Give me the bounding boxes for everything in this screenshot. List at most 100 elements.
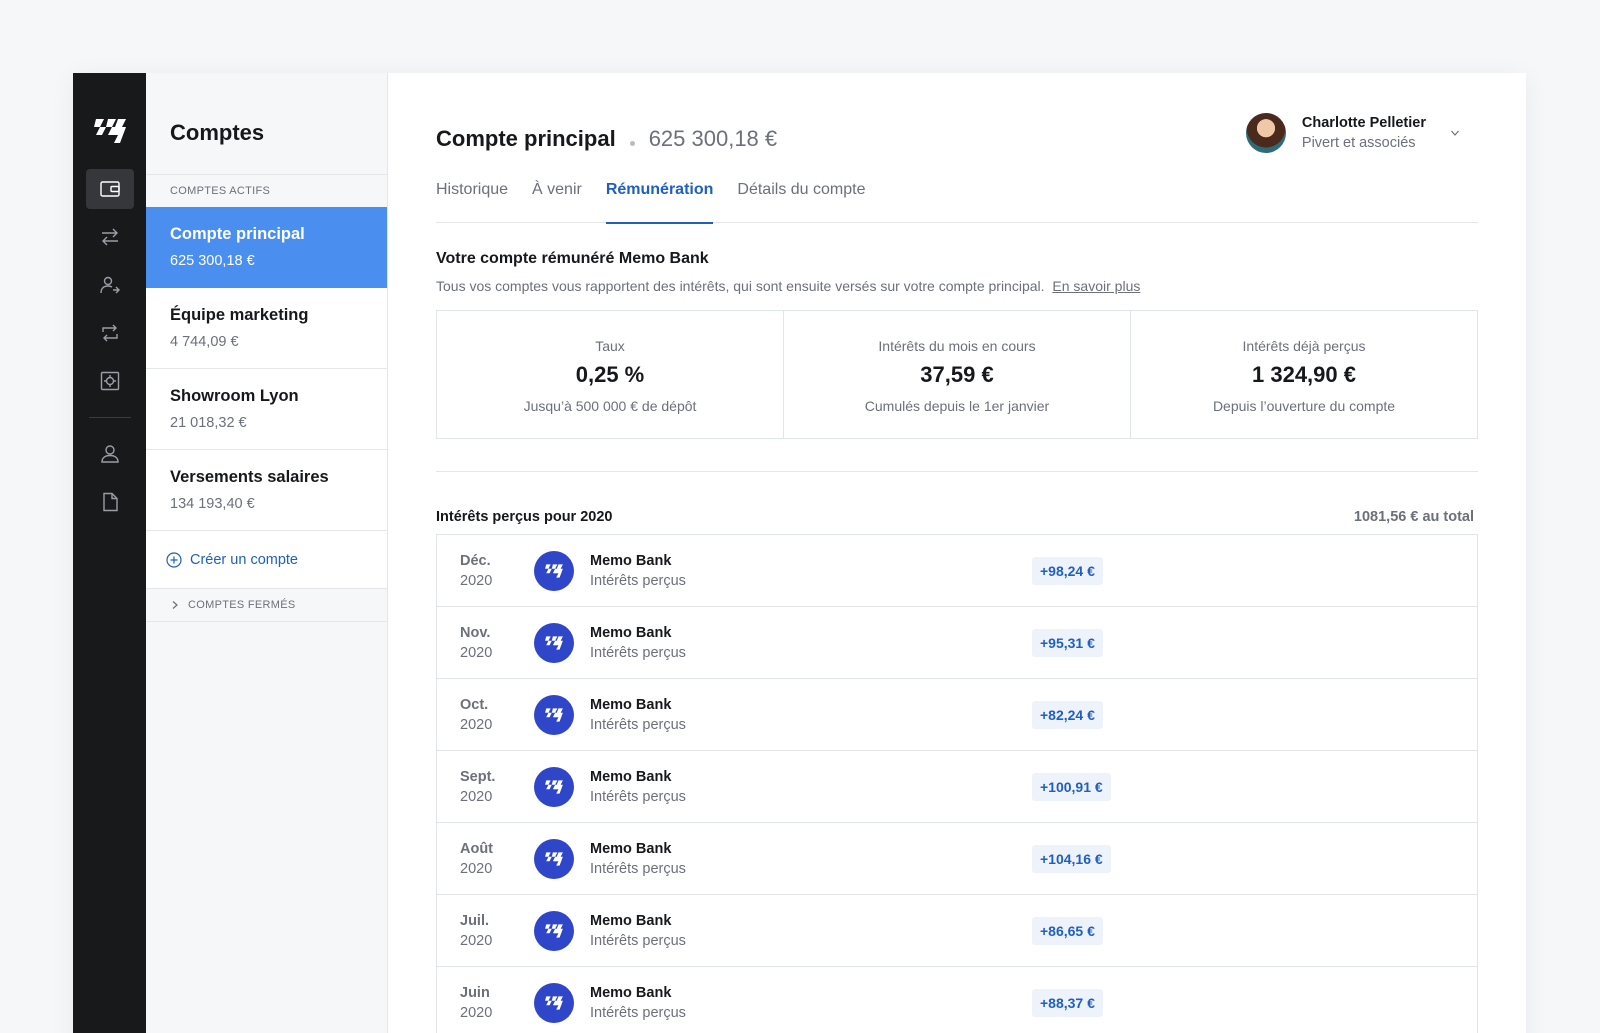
row-amount-badge: +98,24 €	[1032, 556, 1103, 585]
interest-row[interactable]: Août 2020 Memo Bank Intérêts perçus +104…	[437, 823, 1477, 895]
interests-header: Intérêts perçus pour 2020 1081,56 € au t…	[436, 509, 1478, 525]
row-amount-badge: +95,31 €	[1032, 628, 1103, 657]
row-description: Memo Bank Intérêts perçus	[590, 767, 686, 807]
row-date: Juil. 2020	[437, 911, 534, 951]
stat-value: 0,25 %	[575, 362, 645, 387]
row-month: Juin	[460, 984, 490, 1001]
nav-safe-button[interactable]	[86, 361, 134, 401]
account-name: Versements salaires	[170, 468, 329, 486]
row-amount-badge: +88,37 €	[1032, 988, 1103, 1017]
row-date: Oct. 2020	[437, 695, 534, 735]
memo-bank-logo-icon	[545, 923, 563, 938]
row-date: Juin 2020	[437, 983, 534, 1023]
tab-remuneration[interactable]: Rémunération	[605, 178, 713, 224]
account-item-principal[interactable]: Compte principal 625 300,18 €	[146, 207, 387, 288]
memo-bank-logo-icon[interactable]	[92, 113, 128, 149]
stats-panel: Taux 0,25 % Jusqu’à 500 000 € de dépôt I…	[436, 310, 1478, 439]
account-balance: 134 193,40 €	[170, 496, 255, 512]
interest-row[interactable]: Oct. 2020 Memo Bank Intérêts perçus +82,…	[437, 679, 1477, 751]
nav-profile-button[interactable]	[86, 434, 134, 474]
user-menu[interactable]: Charlotte Pelletier Pivert et associés	[1245, 113, 1460, 153]
plus-circle-icon	[166, 551, 182, 568]
nav-documents-button[interactable]	[86, 482, 134, 522]
learn-more-link[interactable]: En savoir plus	[1052, 278, 1140, 294]
row-amount-badge: +104,16 €	[1032, 844, 1111, 873]
title-separator	[629, 141, 635, 146]
interest-row[interactable]: Sept. 2020 Memo Bank Intérêts perçus +10…	[437, 751, 1477, 823]
nav-beneficiaries-button[interactable]	[86, 265, 134, 305]
bank-logo-icon	[534, 910, 574, 951]
interests-list: Déc. 2020 Memo Bank Intérêts perçus +98,…	[436, 534, 1478, 1033]
closed-accounts-label: COMPTES FERMÉS	[188, 599, 296, 611]
row-description: Memo Bank Intérêts perçus	[590, 551, 686, 591]
stat-subtext: Jusqu’à 500 000 € de dépôt	[523, 398, 697, 414]
account-balance: 625 300,18 €	[170, 253, 255, 269]
user-company: Pivert et associés	[1301, 135, 1416, 151]
account-item-marketing[interactable]: Équipe marketing 4 744,09 €	[146, 288, 387, 369]
row-year: 2020	[460, 1004, 493, 1021]
bank-logo-icon	[534, 622, 574, 663]
nav-accounts-button[interactable]	[85, 169, 134, 209]
row-description: Memo Bank Intérêts perçus	[590, 911, 686, 951]
stat-rate: Taux 0,25 % Jusqu’à 500 000 € de dépôt	[437, 311, 784, 438]
page-title: Compte principal	[436, 126, 616, 151]
main-content: Compte principal 625 300,18 € Charlotte …	[388, 73, 1526, 1033]
row-month: Août	[460, 840, 494, 857]
account-balance: 21 018,32 €	[170, 415, 247, 431]
row-date: Déc. 2020	[437, 551, 534, 591]
section-description: Tous vos comptes vous rapportent des int…	[436, 278, 1478, 294]
account-name: Compte principal	[170, 225, 305, 243]
active-accounts-label: COMPTES ACTIFS	[146, 174, 387, 207]
tab-a-venir[interactable]: À venir	[532, 178, 582, 223]
bank-logo-icon	[534, 838, 574, 879]
row-label: Intérêts perçus	[590, 788, 686, 805]
nav-recurring-button[interactable]	[86, 313, 134, 353]
row-month: Déc.	[460, 552, 491, 569]
section-title: Votre compte rémunéré Memo Bank	[436, 250, 709, 267]
account-balance: 4 744,09 €	[170, 334, 239, 350]
row-amount-badge: +86,65 €	[1032, 916, 1103, 945]
row-bank-name: Memo Bank	[590, 984, 672, 1001]
memo-bank-logo-icon	[545, 707, 563, 722]
account-name: Showroom Lyon	[170, 387, 299, 405]
bank-logo-icon	[534, 982, 574, 1023]
account-item-salaries[interactable]: Versements salaires 134 193,40 €	[146, 450, 387, 531]
stat-value: 1 324,90 €	[1252, 362, 1356, 387]
bank-logo-icon	[534, 766, 574, 807]
tab-details-compte[interactable]: Détails du compte	[737, 178, 865, 223]
stat-received: Intérêts déjà perçus 1 324,90 € Depuis l…	[1131, 311, 1477, 438]
chevron-right-icon	[172, 601, 178, 609]
interest-row[interactable]: Nov. 2020 Memo Bank Intérêts perçus +95,…	[437, 607, 1477, 679]
interest-row[interactable]: Juil. 2020 Memo Bank Intérêts perçus +86…	[437, 895, 1477, 967]
recurring-icon	[101, 324, 118, 342]
row-label: Intérêts perçus	[590, 716, 686, 733]
row-year: 2020	[460, 716, 493, 733]
app-window: Comptes COMPTES ACTIFS Compte principal …	[73, 73, 1526, 1033]
row-amount-badge: +82,24 €	[1032, 700, 1103, 729]
row-label: Intérêts perçus	[590, 644, 686, 661]
closed-accounts-toggle[interactable]: COMPTES FERMÉS	[146, 589, 387, 622]
row-label: Intérêts perçus	[590, 572, 686, 589]
row-bank-name: Memo Bank	[590, 624, 672, 641]
nav-transfers-button[interactable]	[86, 217, 134, 257]
create-account-button[interactable]: Créer un compte	[146, 531, 387, 589]
interest-row[interactable]: Juin 2020 Memo Bank Intérêts perçus +88,…	[437, 967, 1477, 1033]
rail-divider	[88, 417, 131, 418]
bank-logo-icon	[534, 694, 574, 735]
row-year: 2020	[460, 644, 493, 661]
document-icon	[102, 492, 118, 512]
row-year: 2020	[460, 932, 493, 949]
tab-historique[interactable]: Historique	[436, 178, 508, 223]
wallet-icon	[99, 181, 120, 197]
row-date: Sept. 2020	[437, 767, 534, 807]
beneficiaries-icon	[99, 276, 120, 294]
accounts-panel: Comptes COMPTES ACTIFS Compte principal …	[146, 73, 388, 1033]
memo-bank-logo-icon	[545, 635, 563, 650]
stat-subtext: Cumulés depuis le 1er janvier	[864, 398, 1050, 414]
row-month: Oct.	[460, 696, 489, 713]
page-balance: 625 300,18 €	[648, 126, 778, 151]
account-item-showroom[interactable]: Showroom Lyon 21 018,32 €	[146, 369, 387, 450]
stat-current-month: Intérêts du mois en cours 37,59 € Cumulé…	[784, 311, 1131, 438]
section-divider	[436, 471, 1478, 472]
interest-row[interactable]: Déc. 2020 Memo Bank Intérêts perçus +98,…	[437, 535, 1477, 607]
